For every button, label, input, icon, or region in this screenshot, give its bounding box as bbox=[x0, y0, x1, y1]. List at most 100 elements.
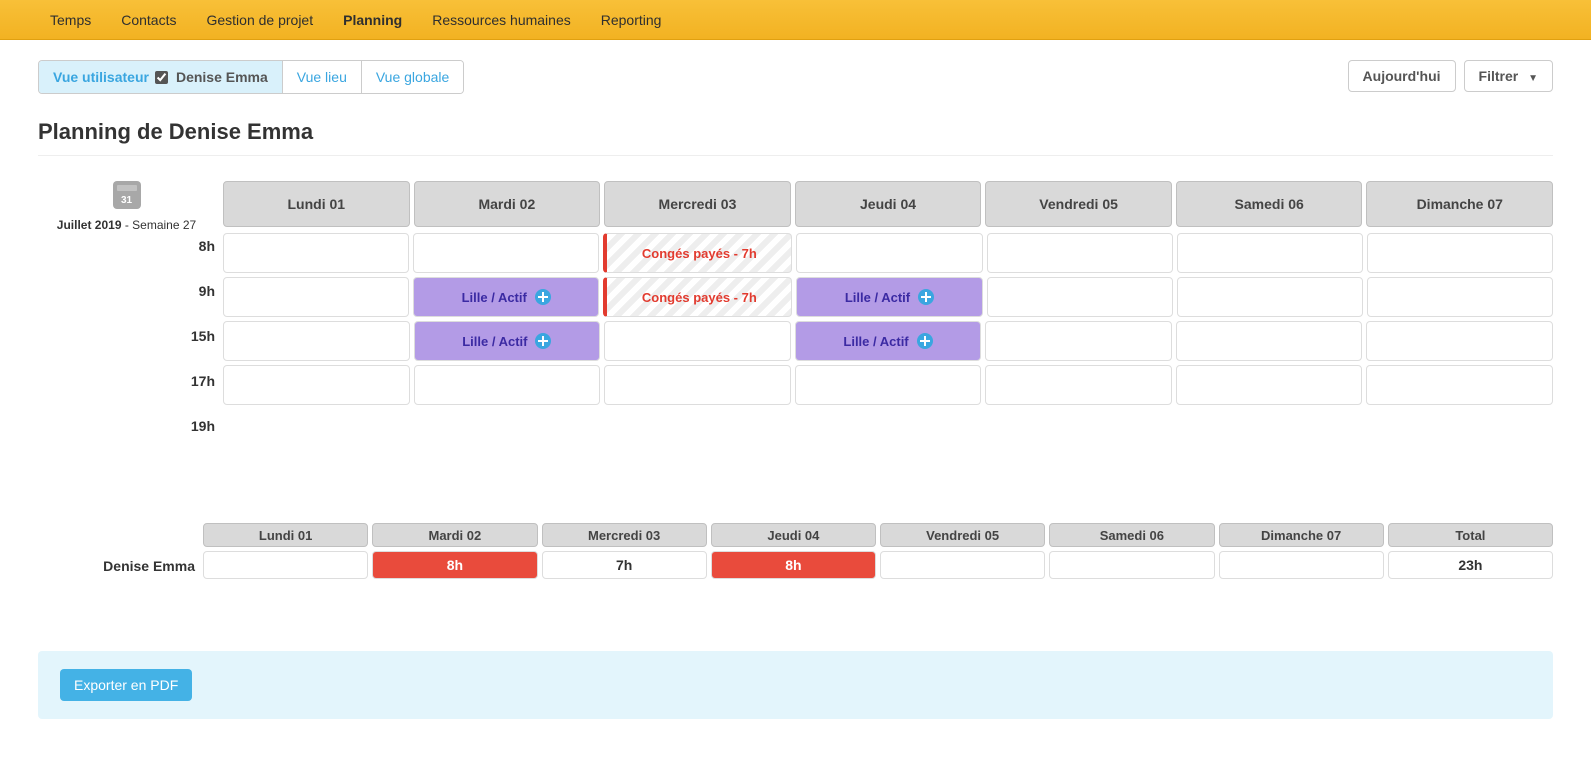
summary-grid: Lundi 01Mardi 02Mercredi 03Jeudi 04Vendr… bbox=[203, 523, 1553, 581]
empty-slot[interactable] bbox=[223, 321, 410, 361]
planning-left-gutter: Juillet 2019 - Semaine 27 8h 9h 15h 17h … bbox=[38, 181, 223, 463]
empty-slot[interactable] bbox=[795, 365, 982, 405]
empty-slot[interactable] bbox=[1366, 365, 1553, 405]
day-header: Samedi 06 bbox=[1176, 181, 1363, 227]
move-icon bbox=[535, 289, 551, 305]
summary-cell: 23h bbox=[1388, 551, 1553, 579]
summary-cell bbox=[880, 551, 1045, 579]
shift-slot[interactable]: Lille / Actif bbox=[414, 321, 601, 361]
empty-slot[interactable] bbox=[604, 365, 791, 405]
shift-slot[interactable]: Lille / Actif bbox=[795, 321, 982, 361]
empty-slot[interactable] bbox=[985, 365, 1172, 405]
empty-slot[interactable] bbox=[987, 277, 1173, 317]
slot-label: Lille / Actif bbox=[843, 334, 908, 349]
summary-header-cell: Total bbox=[1388, 523, 1553, 547]
day-header: Lundi 01 bbox=[223, 181, 410, 227]
summary-cell bbox=[1219, 551, 1384, 579]
export-pdf-button[interactable]: Exporter en PDF bbox=[60, 669, 192, 701]
today-button[interactable]: Aujourd'hui bbox=[1348, 60, 1456, 92]
caret-down-icon: ▼ bbox=[1528, 73, 1538, 84]
calendar-icon[interactable] bbox=[113, 181, 141, 209]
shift-slot[interactable]: Lille / Actif bbox=[796, 277, 982, 317]
filter-button[interactable]: Filtrer ▼ bbox=[1464, 60, 1553, 92]
empty-slot[interactable] bbox=[796, 233, 982, 273]
summary-header-cell: Mardi 02 bbox=[372, 523, 537, 547]
summary-header-cell: Mercredi 03 bbox=[542, 523, 707, 547]
summary-table: Denise Emma Lundi 01Mardi 02Mercredi 03J… bbox=[38, 523, 1553, 581]
day-header: Mercredi 03 bbox=[604, 181, 791, 227]
slot-label: Lille / Actif bbox=[845, 290, 910, 305]
hour-label: 15h bbox=[38, 328, 215, 373]
summary-header-cell: Dimanche 07 bbox=[1219, 523, 1384, 547]
user-checkbox[interactable] bbox=[155, 71, 168, 84]
summary-row-label: Denise Emma bbox=[38, 551, 203, 581]
empty-slot[interactable] bbox=[1176, 365, 1363, 405]
summary-header-cell: Lundi 01 bbox=[203, 523, 368, 547]
tab-vue-utilisateur[interactable]: Vue utilisateur Denise Emma bbox=[39, 61, 283, 93]
tab-place-label: Vue lieu bbox=[297, 69, 347, 85]
tab-vue-lieu[interactable]: Vue lieu bbox=[283, 61, 362, 93]
nav-planning[interactable]: Planning bbox=[343, 12, 402, 28]
nav-contacts[interactable]: Contacts bbox=[121, 12, 176, 28]
planning-week-view: Juillet 2019 - Semaine 27 8h 9h 15h 17h … bbox=[38, 181, 1553, 463]
period-label: Juillet 2019 - Semaine 27 bbox=[38, 218, 215, 232]
hour-label: 19h bbox=[38, 418, 215, 463]
nav-temps[interactable]: Temps bbox=[50, 12, 91, 28]
summary-cell bbox=[203, 551, 368, 579]
empty-slot[interactable] bbox=[223, 233, 409, 273]
empty-slot[interactable] bbox=[1177, 233, 1363, 273]
nav-reporting[interactable]: Reporting bbox=[601, 12, 662, 28]
view-tabs: Vue utilisateur Denise Emma Vue lieu Vue… bbox=[38, 60, 464, 94]
empty-slot[interactable] bbox=[413, 233, 599, 273]
summary-cell bbox=[1049, 551, 1214, 579]
slot-label: Lille / Actif bbox=[462, 290, 527, 305]
day-header: Vendredi 05 bbox=[985, 181, 1172, 227]
empty-slot[interactable] bbox=[223, 277, 409, 317]
move-icon bbox=[917, 333, 933, 349]
summary-cell: 8h bbox=[711, 551, 876, 579]
nav-ressources-humaines[interactable]: Ressources humaines bbox=[432, 12, 571, 28]
empty-slot[interactable] bbox=[1366, 321, 1553, 361]
toolbar: Vue utilisateur Denise Emma Vue lieu Vue… bbox=[38, 60, 1553, 94]
move-icon bbox=[535, 333, 551, 349]
empty-slot[interactable] bbox=[604, 321, 791, 361]
period-week: - Semaine 27 bbox=[122, 218, 197, 232]
planning-row bbox=[223, 365, 1553, 405]
empty-slot[interactable] bbox=[985, 321, 1172, 361]
slot-label: Congés payés - 7h bbox=[642, 290, 757, 305]
empty-slot[interactable] bbox=[223, 365, 410, 405]
tab-vue-globale[interactable]: Vue globale bbox=[362, 61, 463, 93]
tab-user-name: Denise Emma bbox=[176, 69, 268, 85]
empty-slot[interactable] bbox=[1176, 321, 1363, 361]
summary-left-gutter: Denise Emma bbox=[38, 523, 203, 581]
empty-slot[interactable] bbox=[414, 365, 601, 405]
summary-cell: 8h bbox=[372, 551, 537, 579]
tab-user-view-label: Vue utilisateur bbox=[53, 69, 149, 85]
slot-label: Lille / Actif bbox=[462, 334, 527, 349]
summary-header-cell: Samedi 06 bbox=[1049, 523, 1214, 547]
planning-row: Lille / Actif Congés payés - 7h Lille / Ac… bbox=[223, 277, 1553, 317]
planning-header-row: Lundi 01 Mardi 02 Mercredi 03 Jeudi 04 V… bbox=[223, 181, 1553, 227]
shift-slot[interactable]: Lille / Actif bbox=[413, 277, 599, 317]
leave-slot[interactable]: Congés payés - 7h bbox=[603, 277, 792, 317]
empty-slot[interactable] bbox=[1177, 277, 1363, 317]
period-month: Juillet 2019 bbox=[57, 218, 122, 232]
right-buttons: Aujourd'hui Filtrer ▼ bbox=[1348, 60, 1553, 92]
empty-slot[interactable] bbox=[1367, 233, 1553, 273]
tab-global-label: Vue globale bbox=[376, 69, 449, 85]
planning-grid: Lundi 01 Mardi 02 Mercredi 03 Jeudi 04 V… bbox=[223, 181, 1553, 463]
leave-slot[interactable]: Congés payés - 7h bbox=[603, 233, 792, 273]
hour-label: 9h bbox=[38, 283, 215, 328]
hour-label: 8h bbox=[38, 238, 215, 283]
empty-slot[interactable] bbox=[987, 233, 1173, 273]
day-header: Jeudi 04 bbox=[795, 181, 982, 227]
summary-header-cell: Jeudi 04 bbox=[711, 523, 876, 547]
planning-row: Lille / Actif Lille / Actif bbox=[223, 321, 1553, 361]
page-title: Planning de Denise Emma bbox=[38, 119, 1553, 156]
summary-header-row: Lundi 01Mardi 02Mercredi 03Jeudi 04Vendr… bbox=[203, 523, 1553, 547]
summary-cell: 7h bbox=[542, 551, 707, 579]
empty-slot[interactable] bbox=[1367, 277, 1553, 317]
nav-gestion-de-projet[interactable]: Gestion de projet bbox=[206, 12, 313, 28]
slot-label: Congés payés - 7h bbox=[642, 246, 757, 261]
day-header: Mardi 02 bbox=[414, 181, 601, 227]
